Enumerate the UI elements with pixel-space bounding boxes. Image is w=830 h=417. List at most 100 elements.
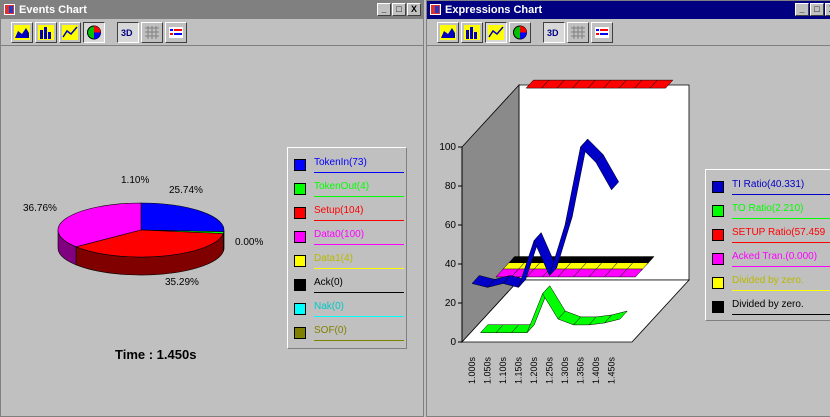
x-tick-label: 1.250s [545, 356, 555, 384]
legend-label: TI Ratio(40.331) [732, 179, 805, 190]
legend-underline [314, 292, 404, 293]
legend-label: Acked Tran.(0.000) [732, 251, 818, 262]
legend-underline [314, 268, 404, 269]
svg-text:3D: 3D [121, 28, 133, 38]
line-chart-icon[interactable] [59, 21, 81, 43]
events-chart-window: Events Chart _ □ X 3D 1.10% 25.74% 36.76… [0, 0, 424, 417]
minimize-button[interactable]: _ [377, 3, 391, 16]
pie-data-label: 25.74% [169, 185, 203, 196]
legend-underline [732, 242, 830, 243]
legend-swatch [712, 301, 724, 313]
pie-chart-icon[interactable] [83, 21, 105, 43]
legend-label: SOF(0) [314, 325, 347, 336]
legend-underline [314, 244, 404, 245]
legend-swatch [294, 183, 306, 195]
legend-label: TO Ratio(2.210) [732, 203, 804, 214]
x-tick-label: 1.400s [591, 356, 601, 384]
legend-underline [314, 220, 404, 221]
legend-label: Data0(100) [314, 229, 365, 240]
maximize-button[interactable]: □ [392, 3, 406, 16]
x-tick-label: 1.150s [514, 356, 524, 384]
x-tick-label: 1.050s [483, 356, 493, 384]
legend-label: Data1(4) [314, 253, 353, 264]
legend-swatch [294, 327, 306, 339]
events-window-title: Events Chart [19, 4, 87, 16]
legend-swatch [712, 181, 724, 193]
expressions-legend: TI Ratio(40.331) TO Ratio(2.210) SETUP Rat… [705, 169, 830, 321]
legend-swatch [294, 279, 306, 291]
area-chart-icon[interactable] [437, 21, 459, 43]
svg-text:3D: 3D [547, 28, 559, 38]
area-chart-icon[interactable] [11, 21, 33, 43]
legend-label: TokenIn(73) [314, 157, 367, 168]
y-tick-label: 40 [445, 259, 457, 270]
x-tick-label: 1.350s [576, 356, 586, 384]
pie-chart-icon[interactable] [509, 21, 531, 43]
y-tick-label: 60 [445, 220, 457, 231]
x-tick-label: 1.000s [467, 356, 477, 384]
legend-label: Setup(104) [314, 205, 364, 216]
legend-label: Nak(0) [314, 301, 345, 312]
legend-swatch [712, 229, 724, 241]
y-tick-label: 80 [445, 181, 457, 192]
legend-underline [314, 340, 404, 341]
close-button[interactable]: X [407, 3, 421, 16]
series-ribbon [495, 268, 644, 278]
close-button[interactable]: X [825, 3, 830, 16]
x-tick-label: 1.200s [529, 356, 539, 384]
3d-icon[interactable]: 3D [543, 21, 565, 43]
legend-underline [732, 290, 830, 291]
legend-label: Ack(0) [314, 277, 343, 288]
events-legend: TokenIn(73) TokenOut(4) Setup(104) Data0(10… [287, 147, 407, 349]
legend-swatch [294, 303, 306, 315]
legend-swatch [294, 207, 306, 219]
series-ribbon [525, 79, 674, 89]
bar-chart-icon[interactable] [461, 21, 483, 43]
grid-icon[interactable] [567, 21, 589, 43]
pie-data-label: 36.76% [23, 203, 57, 214]
legend-underline [732, 314, 830, 315]
y-tick-label: 0 [450, 337, 456, 348]
legend-underline [314, 172, 404, 173]
expressions-title-bar[interactable]: Expressions Chart _ □ X [427, 1, 830, 19]
legend-underline [732, 218, 830, 219]
legend-underline [732, 266, 830, 267]
legend-swatch [294, 255, 306, 267]
x-tick-label: 1.100s [498, 356, 508, 384]
legend-underline [314, 196, 404, 197]
legend-label: Divided by zero. [732, 299, 804, 310]
pie-data-label: 0.00% [235, 237, 264, 248]
legend-swatch [712, 277, 724, 289]
x-tick-label: 1.450s [607, 356, 617, 384]
events-title-bar[interactable]: Events Chart _ □ X [1, 1, 423, 19]
legend-swatch [294, 231, 306, 243]
expressions-toolbar: 3D [427, 19, 830, 46]
grid-icon[interactable] [141, 21, 163, 43]
y-tick-label: 100 [439, 142, 456, 153]
3d-icon[interactable]: 3D [117, 21, 139, 43]
legend-swatch [712, 205, 724, 217]
app-icon [4, 4, 15, 15]
events-toolbar: 3D [1, 19, 423, 46]
pie-slice [140, 202, 225, 233]
minimize-button[interactable]: _ [795, 3, 809, 16]
expressions-chart-window: Expressions Chart _ □ X 3D 1008060402001… [426, 0, 830, 417]
legend-swatch [294, 159, 306, 171]
x-tick-label: 1.300s [560, 356, 570, 384]
legend-label: TokenOut(4) [314, 181, 370, 192]
legend-swatch [712, 253, 724, 265]
line-chart-icon[interactable] [485, 21, 507, 43]
legend-underline [732, 194, 830, 195]
y-tick-label: 20 [445, 298, 457, 309]
bar-chart-icon[interactable] [35, 21, 57, 43]
maximize-button[interactable]: □ [810, 3, 824, 16]
series-icon[interactable] [165, 21, 187, 43]
series-icon[interactable] [591, 21, 613, 43]
legend-underline [314, 316, 404, 317]
expressions-window-title: Expressions Chart [445, 4, 543, 16]
pie-data-label: 35.29% [165, 277, 199, 288]
pie-data-label: 1.10% [121, 175, 150, 186]
app-icon [430, 4, 441, 15]
legend-label: Divided by zero. [732, 275, 804, 286]
legend-label: SETUP Ratio(57.459 [732, 227, 826, 238]
